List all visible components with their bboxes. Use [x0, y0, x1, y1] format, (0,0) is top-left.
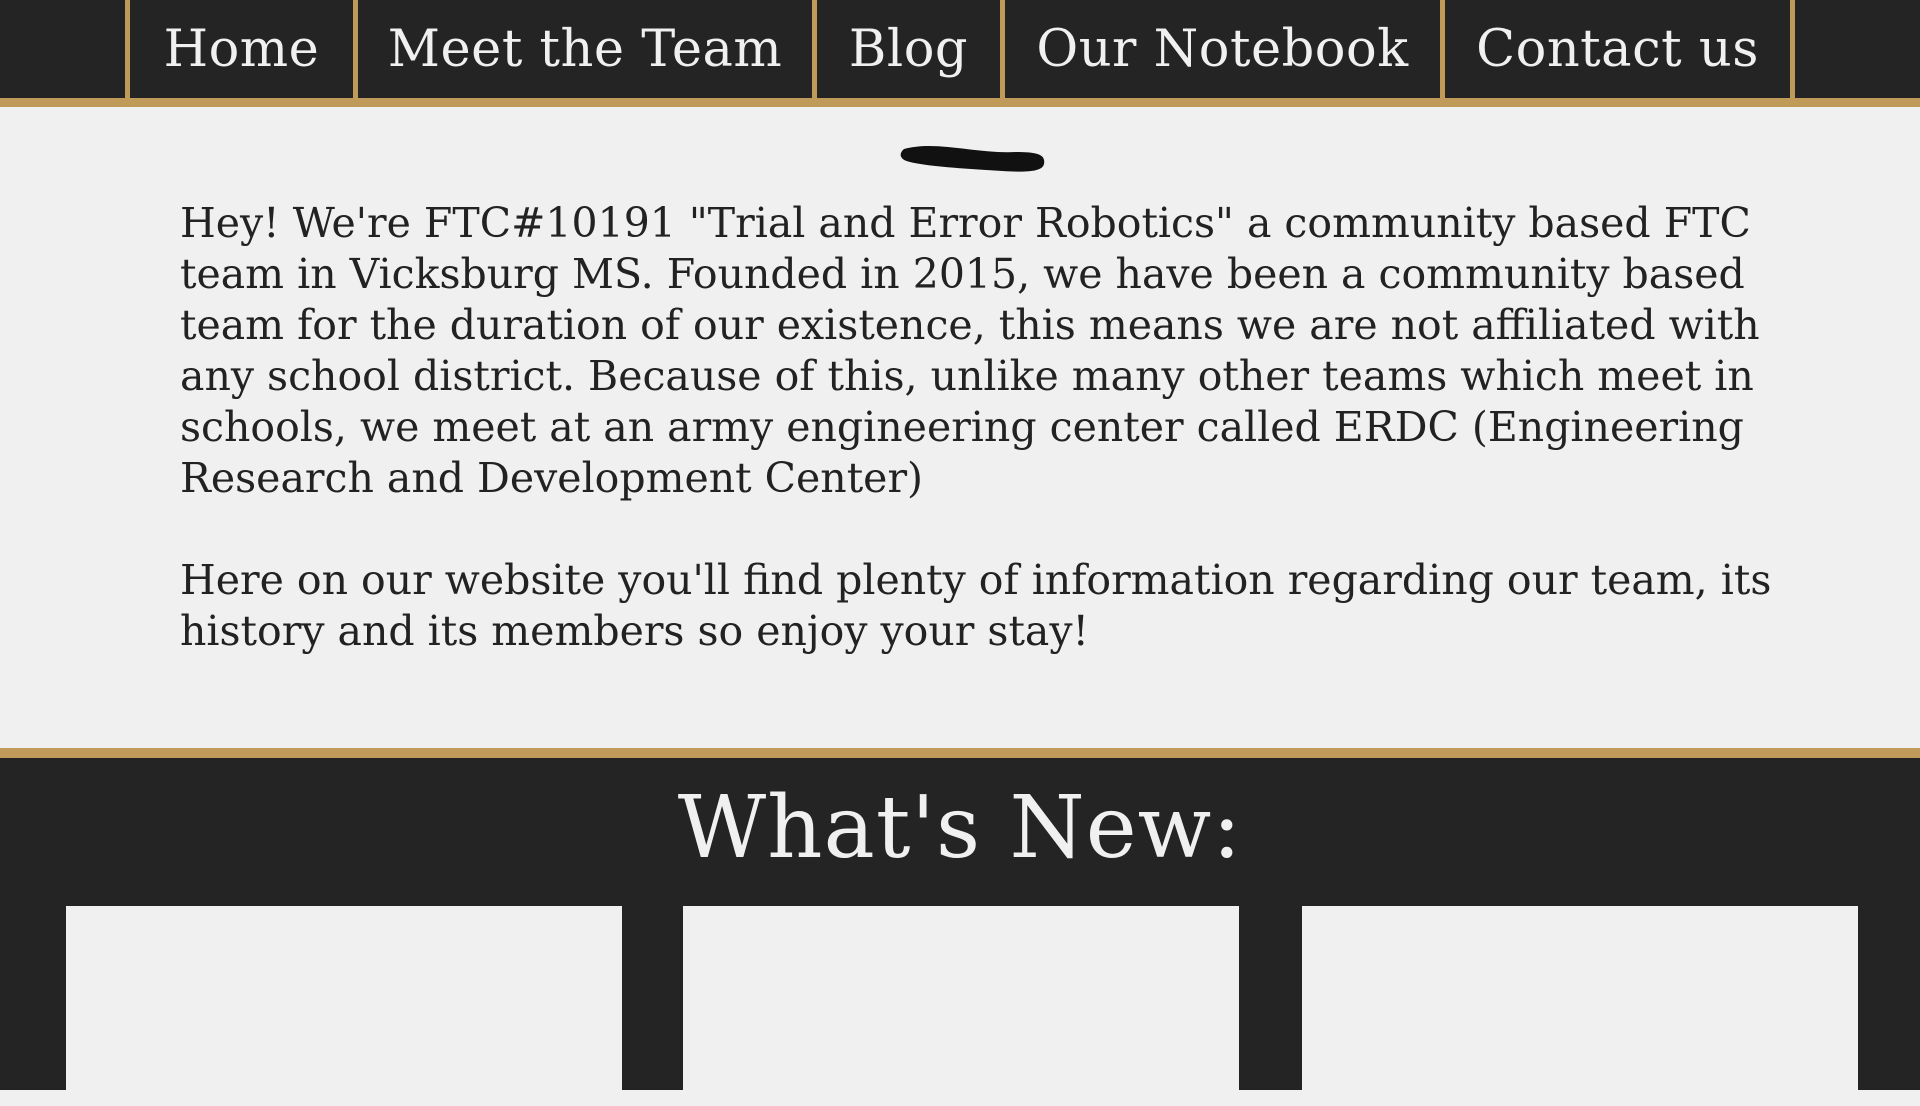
news-card[interactable]: [66, 906, 622, 1106]
nav-item-blog[interactable]: Blog: [817, 0, 1000, 98]
intro-paragraph: Here on our website you'll find plenty o…: [180, 556, 1772, 655]
intro-paragraph: Hey! We're FTC#10191 "Trial and Error Ro…: [180, 199, 1760, 502]
nav-item-our-notebook[interactable]: Our Notebook: [1005, 0, 1440, 98]
intro-section: Hey! We're FTC#10191 "Trial and Error Ro…: [180, 198, 1780, 657]
nav-item-contact-us[interactable]: Contact us: [1445, 0, 1790, 98]
nav-separator: [1790, 0, 1795, 98]
nav-menu: Home Meet the Team Blog Our Notebook Con…: [0, 0, 1920, 98]
nav-item-meet-the-team[interactable]: Meet the Team: [358, 0, 812, 98]
news-card[interactable]: [683, 906, 1239, 1106]
redaction-scribble: [900, 145, 1045, 172]
top-navigation-bar: Home Meet the Team Blog Our Notebook Con…: [0, 0, 1920, 107]
news-card[interactable]: [1302, 906, 1858, 1106]
section-title: What's New:: [677, 778, 1243, 878]
whats-new-section: What's New:: [0, 748, 1920, 1106]
nav-item-home[interactable]: Home: [130, 0, 353, 98]
